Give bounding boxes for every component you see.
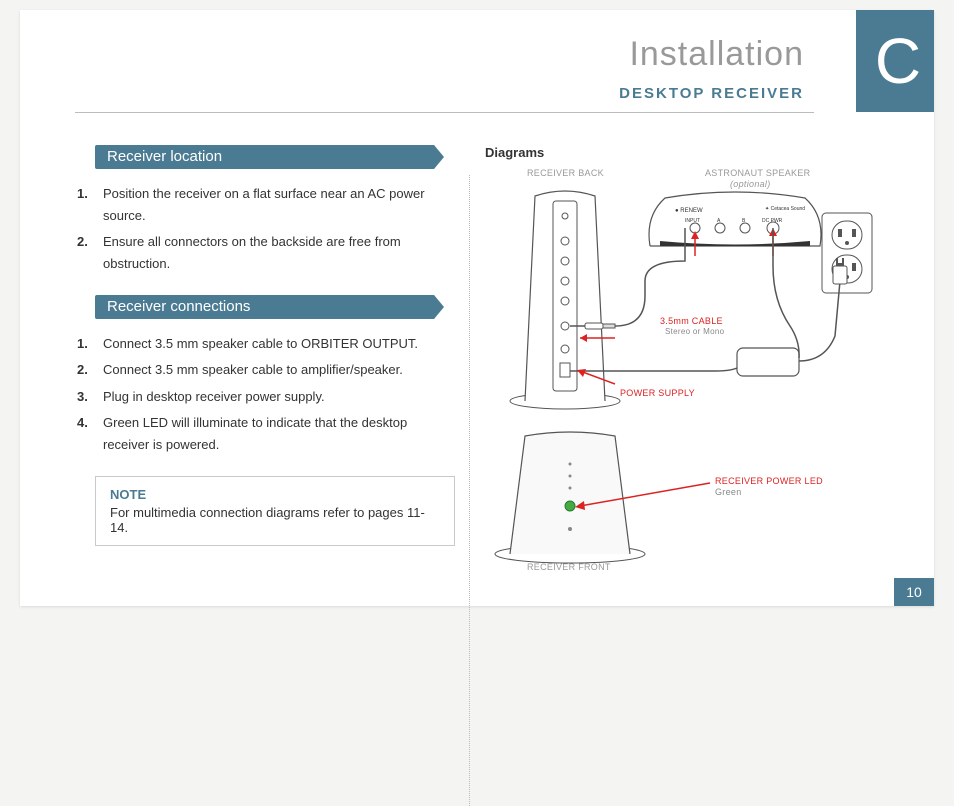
label-power-led: RECEIVER POWER LED: [715, 476, 823, 486]
note-text: For multimedia connection diagrams refer…: [110, 505, 425, 535]
note-label: NOTE: [110, 487, 440, 502]
diagram-led-arrow: [570, 496, 800, 526]
column-divider: [469, 175, 470, 806]
connections-step: Connect 3.5 mm speaker cable to ORBITER …: [75, 333, 455, 355]
connections-step: Green LED will illuminate to indicate th…: [75, 412, 455, 456]
diagram-area: RECEIVER BACK ASTRONAUT SPEAKER (optiona…: [485, 166, 894, 576]
connections-steps: Connect 3.5 mm speaker cable to ORBITER …: [75, 333, 455, 455]
location-steps: Position the receiver on a flat surface …: [75, 183, 455, 275]
page-number: 10: [894, 578, 934, 606]
section-connections-title: Receiver connections: [95, 295, 435, 319]
connections-step: Plug in desktop receiver power supply.: [75, 386, 455, 408]
content-columns: Receiver location Position the receiver …: [75, 145, 894, 576]
page-header: Installation DESKTOP RECEIVER C: [75, 35, 894, 120]
diagrams-heading: Diagrams: [485, 145, 894, 160]
manual-page: Installation DESKTOP RECEIVER C Receiver…: [20, 10, 934, 606]
section-tab: C: [856, 10, 934, 112]
connections-step: Connect 3.5 mm speaker cable to amplifie…: [75, 359, 455, 381]
page-subtitle: DESKTOP RECEIVER: [619, 85, 804, 102]
left-column: Receiver location Position the receiver …: [75, 145, 455, 576]
note-box: NOTE For multimedia connection diagrams …: [95, 476, 455, 546]
right-column: Diagrams RECEIVER BACK ASTRONAUT SPEAKER…: [485, 145, 894, 576]
location-step: Ensure all connectors on the backside ar…: [75, 231, 455, 275]
section-location-title: Receiver location: [95, 145, 435, 169]
location-step: Position the receiver on a flat surface …: [75, 183, 455, 227]
diagram-cables: [485, 166, 885, 406]
page-title: Installation: [629, 35, 804, 74]
header-rule: [75, 112, 814, 113]
